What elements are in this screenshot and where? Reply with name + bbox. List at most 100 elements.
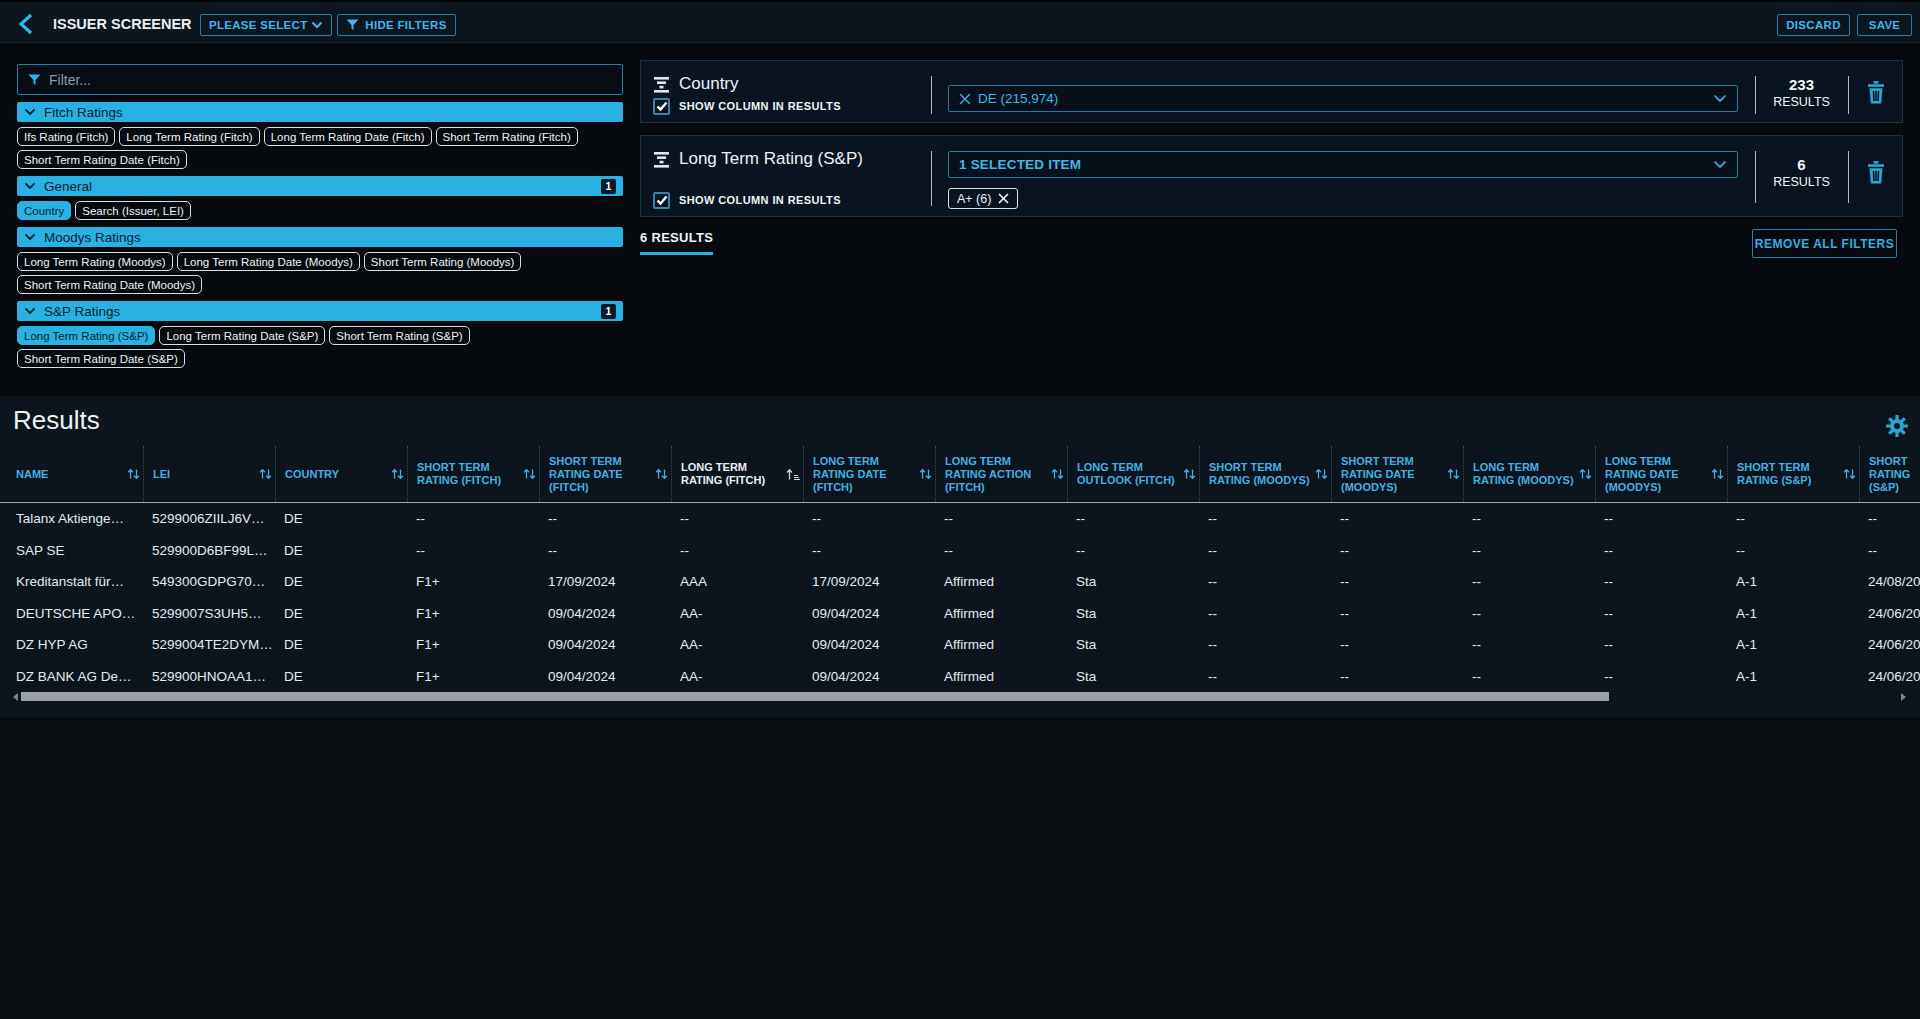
table-cell: 17/09/2024 (803, 566, 935, 598)
filter-tag[interactable]: Short Term Rating Date (Fitch) (17, 150, 187, 169)
column-header[interactable]: LONG TERM RATING DATE (MOODYS) (1595, 446, 1727, 502)
table-cell: -- (1463, 629, 1595, 661)
column-header[interactable]: SHORT TERM RATING (MOODYS) (1199, 446, 1331, 502)
sort-icon[interactable] (1446, 468, 1461, 481)
save-button[interactable]: SAVE (1857, 14, 1912, 36)
sort-ascending-icon[interactable] (785, 468, 801, 481)
remove-chip-icon[interactable] (998, 193, 1009, 204)
hide-filters-button[interactable]: HIDE FILTERS (337, 14, 456, 36)
table-row[interactable]: DZ HYP AG5299004TE2DYM…DEF1+09/04/2024AA… (0, 629, 1920, 661)
rating-filter-dropdown[interactable]: 1 SELECTED ITEM (948, 151, 1738, 178)
sort-icon[interactable] (918, 468, 933, 481)
sort-icon[interactable] (1314, 468, 1329, 481)
column-header-label: LEI (144, 468, 186, 481)
table-row[interactable]: DZ BANK AG De…529900HNOAA1…DEF1+09/04/20… (0, 661, 1920, 693)
table-row[interactable]: Kreditanstalt für…549300GDPG70…DEF1+17/0… (0, 566, 1920, 598)
section-header-general[interactable]: General1 (17, 176, 623, 196)
gear-settings-icon[interactable] (1886, 415, 1908, 441)
table-cell: Affirmed (935, 598, 1067, 630)
scrollbar-thumb[interactable] (21, 692, 1609, 701)
sort-icon[interactable] (1182, 468, 1197, 481)
table-body: Talanx Aktienge…5299006ZIILJ6V…DE-------… (0, 503, 1920, 692)
column-header[interactable]: LONG TERM RATING DATE (FITCH) (803, 446, 935, 502)
clear-x-icon[interactable] (959, 93, 971, 105)
sort-icon[interactable] (522, 468, 537, 481)
discard-label: DISCARD (1786, 19, 1841, 31)
column-header[interactable]: NAME (12, 446, 143, 502)
table-cell: -- (1463, 566, 1595, 598)
section-header-fitch-ratings[interactable]: Fitch Ratings (17, 102, 623, 122)
filter-tag[interactable]: Long Term Rating (Fitch) (119, 127, 259, 146)
scroll-right-arrow-icon[interactable] (1901, 693, 1906, 701)
table-cell: -- (1595, 629, 1727, 661)
sort-icon[interactable] (1842, 468, 1857, 481)
table-row[interactable]: DEUTSCHE APO…5299007S3UH5…DEF1+09/04/202… (0, 598, 1920, 630)
top-bar: ISSUER SCREENER PLEASE SELECT HIDE FILTE… (0, 0, 1920, 43)
discard-button[interactable]: DISCARD (1777, 14, 1850, 36)
sort-icon[interactable] (126, 468, 141, 481)
sort-icon[interactable] (1578, 468, 1593, 481)
back-arrow-icon[interactable] (14, 11, 40, 37)
filter-tag[interactable]: Long Term Rating (S&P) (17, 326, 155, 345)
sort-icon[interactable] (258, 468, 273, 481)
table-row[interactable]: SAP SE529900D6BF99L…DE------------------… (0, 535, 1920, 567)
filter-tag[interactable]: Long Term Rating Date (Moodys) (177, 252, 360, 271)
filter-tag[interactable]: Short Term Rating Date (S&P) (17, 349, 185, 368)
table-cell: A-1 (1727, 661, 1859, 693)
show-column-checkbox[interactable] (653, 98, 670, 115)
filter-tag[interactable]: Long Term Rating (Moodys) (17, 252, 173, 271)
delete-filter-button[interactable] (1865, 160, 1887, 189)
column-header[interactable]: COUNTRY (275, 446, 407, 502)
results-label: RESULTS (1755, 95, 1848, 109)
filter-tag[interactable]: Short Term Rating Date (Moodys) (17, 275, 202, 294)
filter-tag[interactable]: Search (Issuer, LEI) (75, 201, 191, 220)
filter-tag[interactable]: Ifs Rating (Fitch) (17, 127, 115, 146)
horizontal-scrollbar[interactable] (0, 692, 1920, 701)
column-header[interactable]: LONG TERM RATING (FITCH) (671, 446, 803, 502)
scroll-left-arrow-icon[interactable] (13, 693, 18, 701)
filter-name: Country (679, 74, 739, 94)
selected-value-chip[interactable]: A+ (6) (948, 188, 1018, 209)
section-header-s-p-ratings[interactable]: S&P Ratings1 (17, 301, 623, 321)
results-count-tab[interactable]: 6 RESULTS (640, 230, 713, 255)
preset-select-dropdown[interactable]: PLEASE SELECT (200, 14, 332, 36)
table-cell: 24/06/2024 (1859, 598, 1920, 630)
column-header[interactable]: SHORT RATING (S&P) (1859, 446, 1920, 502)
table-cell: -- (1727, 503, 1859, 535)
chevron-down-icon (311, 21, 323, 29)
sort-icon[interactable] (1050, 468, 1065, 481)
filter-search-input[interactable]: Filter... (17, 64, 623, 95)
sort-icon[interactable] (390, 468, 405, 481)
divider (1848, 151, 1849, 203)
column-header[interactable]: LONG TERM RATING (MOODYS) (1463, 446, 1595, 502)
filter-tag[interactable]: Country (17, 201, 71, 220)
table-row[interactable]: Talanx Aktienge…5299006ZIILJ6V…DE-------… (0, 503, 1920, 535)
filter-tag[interactable]: Long Term Rating Date (S&P) (159, 326, 325, 345)
column-header[interactable]: SHORT TERM RATING DATE (FITCH) (539, 446, 671, 502)
column-header-label: SHORT TERM RATING (FITCH) (408, 461, 539, 487)
table-cell: -- (803, 503, 935, 535)
table-cell: Sta (1067, 566, 1199, 598)
filter-tag[interactable]: Short Term Rating (S&P) (329, 326, 469, 345)
column-header[interactable]: SHORT TERM RATING DATE (MOODYS) (1331, 446, 1463, 502)
sort-icon[interactable] (654, 468, 669, 481)
filter-tag[interactable]: Short Term Rating (Fitch) (436, 127, 578, 146)
show-column-checkbox[interactable] (653, 192, 670, 209)
column-header[interactable]: SHORT TERM RATING (FITCH) (407, 446, 539, 502)
remove-all-filters-button[interactable]: REMOVE ALL FILTERS (1752, 229, 1897, 258)
dropdown-value: 1 SELECTED ITEM (959, 157, 1081, 172)
table-cell: -- (1331, 566, 1463, 598)
column-header[interactable]: LONG TERM RATING ACTION (FITCH) (935, 446, 1067, 502)
column-header[interactable]: LONG TERM OUTLOOK (FITCH) (1067, 446, 1199, 502)
filter-tag[interactable]: Long Term Rating Date (Fitch) (264, 127, 432, 146)
sort-icon[interactable] (1710, 468, 1725, 481)
filter-tag[interactable]: Short Term Rating (Moodys) (364, 252, 522, 271)
section-header-moodys-ratings[interactable]: Moodys Ratings (17, 227, 623, 247)
delete-filter-button[interactable] (1865, 80, 1887, 109)
column-header[interactable]: LEI (143, 446, 275, 502)
table-cell: Affirmed (935, 566, 1067, 598)
country-filter-dropdown[interactable]: DE (215,974) (948, 85, 1738, 112)
divider (931, 76, 932, 114)
chevron-down-icon (1713, 94, 1727, 103)
column-header[interactable]: SHORT TERM RATING (S&P) (1727, 446, 1859, 502)
